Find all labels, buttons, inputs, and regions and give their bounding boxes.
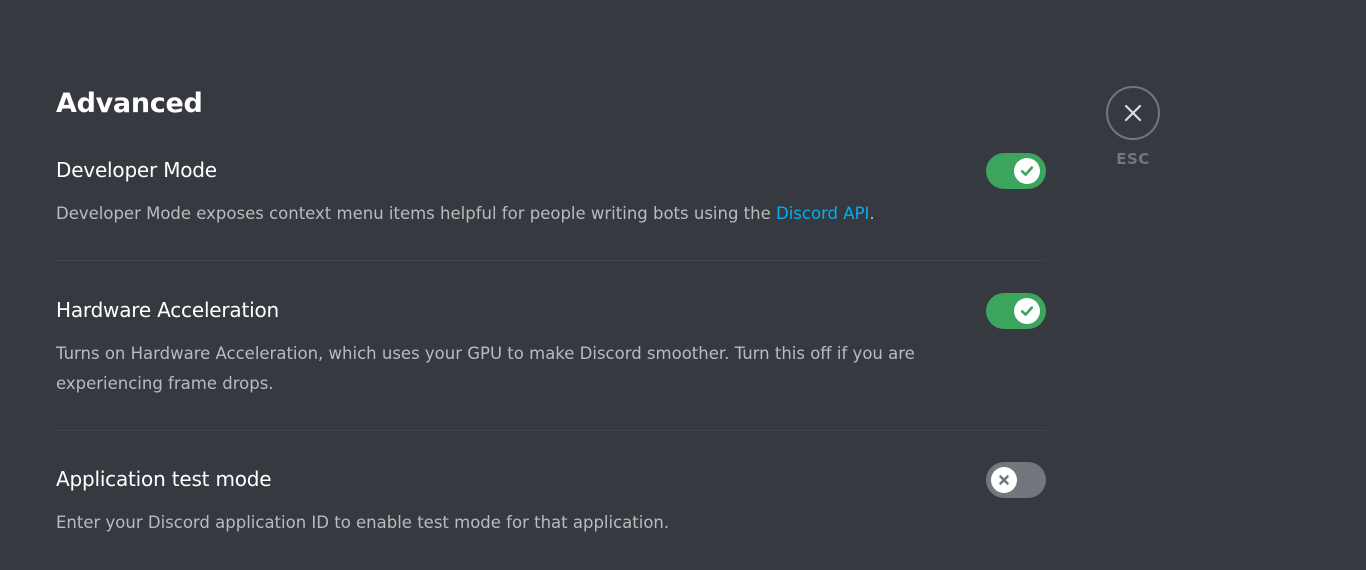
discord-api-link[interactable]: Discord API: [776, 204, 869, 223]
desc-text: Developer Mode exposes context menu item…: [56, 204, 777, 223]
esc-label: ESC: [1116, 150, 1150, 168]
divider: [56, 260, 1046, 261]
close-settings: ESC: [1105, 86, 1161, 168]
divider: [56, 430, 1046, 431]
setting-desc-hardware-acceleration: Turns on Hardware Acceleration, which us…: [56, 344, 915, 393]
close-icon: [1124, 104, 1142, 122]
check-icon: [1020, 166, 1034, 176]
setting-title-application-test-mode: Application test mode: [56, 467, 272, 491]
setting-desc-developer-mode: Developer Mode exposes context menu item…: [56, 199, 986, 229]
setting-application-test-mode: Application test mode Enter your Discord…: [56, 462, 1046, 538]
application-test-mode-toggle[interactable]: [986, 462, 1046, 498]
setting-hardware-acceleration: Hardware Acceleration Turns on Hardware …: [56, 293, 1046, 399]
toggle-knob: [1014, 298, 1040, 324]
x-icon: [999, 475, 1009, 485]
setting-developer-mode: Developer Mode Developer Mode exposes co…: [56, 153, 1046, 229]
toggle-knob: [991, 467, 1017, 493]
close-button[interactable]: [1106, 86, 1160, 140]
setting-title-developer-mode: Developer Mode: [56, 158, 217, 182]
developer-mode-toggle[interactable]: [986, 153, 1046, 189]
page-title: Advanced: [56, 88, 203, 119]
desc-period: .: [869, 204, 875, 223]
setting-title-hardware-acceleration: Hardware Acceleration: [56, 298, 279, 322]
toggle-knob: [1014, 158, 1040, 184]
setting-desc-application-test-mode: Enter your Discord application ID to ena…: [56, 513, 670, 532]
check-icon: [1020, 306, 1034, 316]
hardware-acceleration-toggle[interactable]: [986, 293, 1046, 329]
